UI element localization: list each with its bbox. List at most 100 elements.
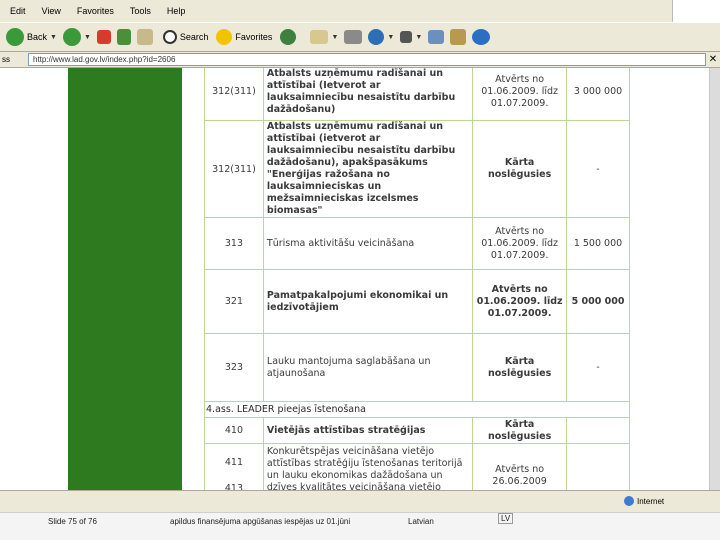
measure-amount [566, 417, 630, 444]
home-icon [136, 29, 153, 45]
address-bar: ss http://www.lad.gov.lv/index.php?id=26… [0, 52, 720, 68]
table-row: 312(311) Atbalsts uzņēmumu radīšanai un … [204, 68, 630, 121]
presentation-status-bar: Slide 75 of 76 apildus finansējuma apgūš… [0, 512, 720, 540]
measure-amount: - [566, 333, 630, 402]
measure-description: Atbalsts uzņēmumu radīšanai un attīstība… [262, 68, 474, 121]
measure-description: Atbalsts uzņēmumu radīšanai un attīstība… [262, 120, 474, 218]
refresh-icon [116, 29, 131, 45]
stop-icon [96, 30, 111, 44]
home-button[interactable] [136, 29, 153, 45]
discuss-button[interactable]: ▼ [400, 31, 422, 43]
refresh-button[interactable] [116, 29, 131, 45]
edit-icon [428, 30, 445, 44]
close-icon[interactable]: ✕ [706, 54, 720, 65]
section-title: 4.ass. LEADER pieejas īstenošana [204, 401, 630, 418]
favorites-label: Favorites [235, 32, 273, 42]
measure-amount: 3 000 000 [566, 68, 630, 121]
address-label: ss [2, 55, 10, 64]
measure-description: Konkurētspējas veicināšana vietējo attīs… [262, 443, 474, 490]
toolbar: Back ▼ ▼ Search Favorites ▼ ▼ ▼ [0, 22, 720, 52]
table-row: 312(311) Atbalsts uzņēmumu radīšanai un … [204, 120, 630, 218]
chevron-down-icon[interactable]: ▼ [415, 34, 422, 41]
windows-logo [672, 0, 720, 22]
star-icon [216, 29, 233, 45]
security-zone: Internet [624, 496, 664, 506]
discuss-icon [400, 31, 413, 43]
measure-amount: - [566, 120, 630, 218]
zone-label: Internet [637, 496, 665, 506]
search-button[interactable]: Search [162, 30, 209, 44]
measures-table: 312(311) Atbalsts uzņēmumu radīšanai un … [204, 68, 630, 490]
section-row: 4.ass. LEADER pieejas īstenošana [204, 401, 630, 418]
messenger-icon [368, 29, 385, 45]
measure-description: Lauku mantojuma saglabāšana un atjaunoša… [262, 333, 474, 402]
search-icon [162, 30, 177, 44]
page-content: 312(311) Atbalsts uzņēmumu radīšanai un … [0, 68, 720, 490]
measure-code: 410 [204, 417, 264, 444]
measure-status: Atvērts no 26.06.2009 [472, 443, 568, 490]
search-label: Search [179, 32, 209, 42]
print-button[interactable] [344, 30, 363, 44]
measure-code-primary: 411 [224, 456, 244, 468]
measure-amount: 1 500 000 [566, 217, 630, 270]
messenger-button[interactable]: ▼ [368, 29, 394, 45]
measure-code: 321 [204, 269, 264, 334]
table-row: 323 Lauku mantojuma saglabāšana un atjau… [204, 333, 630, 402]
measure-code: 312(311) [204, 68, 264, 121]
vertical-scrollbar[interactable] [709, 68, 720, 490]
table-row: 411 413 Konkurētspējas veicināšana vietē… [204, 443, 630, 491]
chevron-down-icon[interactable]: ▼ [50, 34, 57, 41]
research-button[interactable] [450, 29, 467, 45]
chevron-down-icon[interactable]: ▼ [331, 34, 338, 41]
menu-view[interactable]: View [42, 6, 61, 16]
contacts-button[interactable] [472, 29, 491, 45]
slide-green-band [68, 68, 182, 490]
chevron-down-icon[interactable]: ▼ [387, 34, 394, 41]
measure-code: 323 [204, 333, 264, 402]
globe-icon [624, 496, 634, 506]
edit-button[interactable] [428, 30, 445, 44]
favorites-button[interactable]: Favorites [216, 29, 272, 45]
language-label: Latvian [408, 517, 434, 526]
measure-status: Atvērts no 01.06.2009. līdz 01.07.2009. [472, 269, 568, 334]
measure-description: Tūrisma aktivitāšu veicināšana [262, 217, 474, 270]
measure-description: Vietējās attīstības stratēģijas [262, 417, 474, 444]
table-row: 321 Pamatpakalpojumi ekonomikai un iedzī… [204, 269, 630, 334]
slide-counter: Slide 75 of 76 [48, 517, 97, 526]
back-arrow-icon [6, 28, 24, 46]
menu-help[interactable]: Help [167, 6, 186, 16]
chevron-down-icon[interactable]: ▼ [84, 34, 91, 41]
mail-icon [310, 30, 329, 44]
back-button[interactable]: Back ▼ [6, 28, 57, 46]
status-bar: Internet [0, 490, 720, 512]
measure-status: Atvērts no 01.06.2009. līdz 01.07.2009. [472, 217, 568, 270]
stop-button[interactable] [96, 30, 111, 44]
menu-bar: Edit View Favorites Tools Help [0, 0, 720, 22]
language-badge[interactable]: LV [498, 513, 514, 524]
measure-status: Kārta noslēgusies [472, 120, 568, 218]
menu-edit[interactable]: Edit [10, 6, 26, 16]
print-icon [344, 30, 363, 44]
measure-amount: 5 000 000 [566, 269, 630, 334]
measure-code: 411 413 [204, 443, 264, 491]
menu-tools[interactable]: Tools [130, 6, 151, 16]
table-row: 313 Tūrisma aktivitāšu veicināšana Atvēr… [204, 217, 630, 270]
history-button[interactable] [280, 29, 297, 45]
history-icon [280, 29, 297, 45]
forward-button[interactable]: ▼ [62, 28, 91, 46]
url-field[interactable]: http://www.lad.gov.lv/index.php?id=2606 [28, 53, 706, 66]
measure-code-secondary: 413 [224, 482, 244, 491]
forward-arrow-icon [62, 28, 81, 46]
measure-status: Atvērts no 01.06.2009. līdz 01.07.2009. [472, 68, 568, 121]
measure-amount [566, 443, 630, 490]
presentation-title: apildus finansējuma apgūšanas iespējas u… [170, 517, 351, 526]
table-row: 410 Vietējās attīstības stratēģijas Kārt… [204, 417, 630, 444]
back-label: Back [27, 32, 48, 42]
measure-description: Pamatpakalpojumi ekonomikai un iedzīvotā… [262, 269, 474, 334]
menu-favorites[interactable]: Favorites [77, 6, 114, 16]
research-icon [450, 29, 467, 45]
measure-code: 312(311) [204, 120, 264, 218]
people-icon [472, 29, 491, 45]
mail-button[interactable]: ▼ [310, 30, 338, 44]
measure-code: 313 [204, 217, 264, 270]
